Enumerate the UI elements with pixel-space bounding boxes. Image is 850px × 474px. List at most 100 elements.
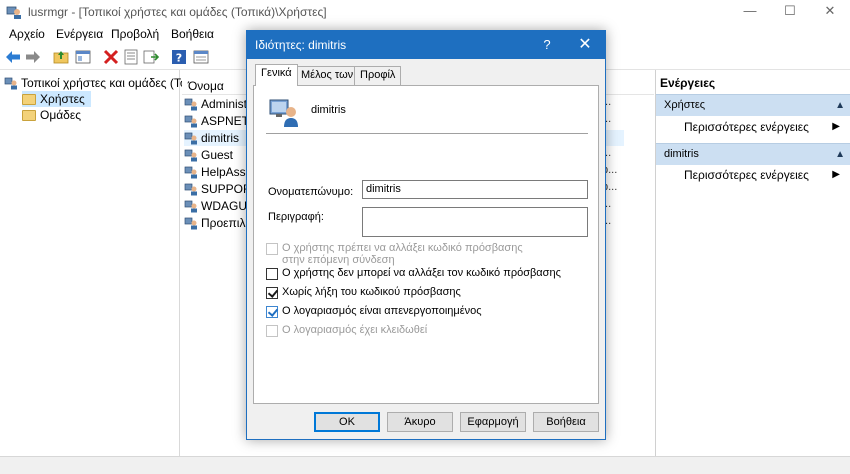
actions-title: Ενέργειες [660,76,716,90]
folder-icon [22,109,36,121]
column-header-name[interactable]: Όνομα [188,79,224,93]
user-icon [4,77,17,90]
user-name-cell: dimitris [201,131,239,145]
checkbox-label: Ο χρήστης δεν μπορεί να αλλάξει τον κωδι… [282,267,561,279]
chevron-up-icon[interactable]: ▲ [835,149,845,160]
dialog-title-bar: Ιδιότητες: dimitris ? ✕ [247,31,605,59]
fullname-label: Ονοματεπώνυμο: [268,186,354,198]
actions-pane: Ενέργειες Χρήστες ▲ Περισσότερες ενέργει… [655,70,850,456]
user-icon [184,183,197,196]
checkbox-label: Ο χρήστης πρέπει να αλλάξει κωδικό πρόσβ… [282,242,523,254]
console-tree: Τοπικοί χρήστες και ομάδες (Το Χρήστες Ο… [0,70,187,456]
user-name-cell: Προεπιλε [201,216,251,230]
minimize-button[interactable]: — [730,0,770,24]
menu-action[interactable]: Ενέργεια [56,27,103,41]
forward-arrow-icon[interactable] [24,48,42,66]
checkbox-checked[interactable] [266,306,278,318]
menu-file[interactable]: Αρχείο [9,27,45,41]
dialog-help-action-button[interactable]: Βοήθεια [533,412,599,432]
ok-button[interactable]: OK [314,412,380,432]
user-icon [184,166,197,179]
app-icon [6,6,21,19]
tree-root-label: Τοπικοί χρήστες και ομάδες (Το [21,76,187,90]
user-icon [269,99,298,127]
checkbox-label: Χωρίς λήξη του κωδικού πρόσβασης [282,286,461,298]
user-icon [184,217,197,230]
tab-general[interactable]: Γενικά [255,64,298,86]
tab-panel-general: dimitris Ονοματεπώνυμο: dimitris Περιγρα… [253,85,599,404]
dialog-title: Ιδιότητες: dimitris [255,38,347,52]
dialog-help-button[interactable]: ? [532,31,562,59]
tree-root[interactable]: Τοπικοί χρήστες και ομάδες (Το [4,75,187,91]
dialog-close-button[interactable]: ✕ [570,31,600,59]
tab-member-of[interactable]: Μέλος των [295,66,360,85]
menu-help[interactable]: Βοήθεια [171,27,214,41]
view-icon[interactable] [192,48,210,66]
chk-account-locked[interactable]: Ο λογαριασμός έχει κλειδωθεί [266,324,427,337]
delete-icon[interactable] [102,48,120,66]
tree-item-groups[interactable]: Ομάδες [22,107,81,123]
chevron-right-icon: ▶ [832,169,840,180]
chk-password-never-expires[interactable]: Χωρίς λήξη του κωδικού πρόσβασης [266,286,461,299]
table-row[interactable]: Προεπιλε [184,215,251,231]
folder-up-icon[interactable] [52,48,70,66]
user-name-cell: ASPNET [201,114,250,128]
svg-text:?: ? [176,52,182,65]
tab-profile[interactable]: Προφίλ [354,66,402,85]
user-icon [184,200,197,213]
window-title: lusrmgr - [Τοπικοί χρήστες και ομάδες (Τ… [28,5,327,19]
back-arrow-icon[interactable] [4,48,22,66]
maximize-button[interactable]: ☐ [770,0,810,24]
tree-item-users[interactable]: Χρήστες [22,91,91,107]
user-icon [184,98,197,111]
tree-item-label: Ομάδες [40,108,81,122]
table-row[interactable]: Administ [184,96,247,112]
folder-icon [22,93,36,105]
user-icon [184,115,197,128]
window-title-bar: lusrmgr - [Τοπικοί χρήστες και ομάδες (Τ… [0,0,850,24]
more-actions-users[interactable]: Περισσότερες ενέργειες ▶ [684,120,844,138]
properties-icon[interactable] [122,48,140,66]
chk-account-disabled[interactable]: Ο λογαριασμός είναι απενεργοποιημένος [266,305,482,318]
table-row[interactable]: HelpAssis [184,164,254,180]
more-actions-dimitris[interactable]: Περισσότερες ενέργειες ▶ [684,168,844,186]
description-label: Περιγραφή: [268,211,324,223]
chk-cannot-change-password[interactable]: Ο χρήστης δεν μπορεί να αλλάξει τον κωδι… [266,267,561,280]
user-name: dimitris [311,104,346,116]
export-icon[interactable] [142,48,160,66]
user-icon [184,132,197,145]
checkbox-label: Ο λογαριασμός έχει κλειδωθεί [282,324,428,336]
user-icon [184,149,197,162]
fullname-field[interactable]: dimitris [362,180,588,199]
checkbox[interactable] [266,243,278,255]
actions-section-users[interactable]: Χρήστες ▲ [656,94,850,116]
checkbox[interactable] [266,325,278,337]
apply-button[interactable]: Εφαρμογή [460,412,526,432]
user-name-cell: Administ [201,97,248,111]
tree-item-label: Χρήστες [40,92,85,106]
chevron-up-icon[interactable]: ▲ [835,100,845,111]
chk-must-change-password[interactable]: Ο χρήστης πρέπει να αλλάξει κωδικό πρόσβ… [266,242,523,266]
section-label: dimitris [664,148,699,160]
console-tree-icon[interactable] [74,48,92,66]
checkbox[interactable] [266,268,278,280]
table-row[interactable]: WDAGUti [184,198,253,214]
checkbox-label-line2: στην επόμενη σύνδεση [282,254,395,266]
action-label: Περισσότερες ενέργειες [684,168,809,182]
properties-dialog: Ιδιότητες: dimitris ? ✕ Γενικά Μέλος των… [246,30,606,440]
close-button[interactable]: ✕ [810,0,850,24]
user-name-cell: Guest [201,148,234,162]
menu-view[interactable]: Προβολή [111,27,159,41]
table-row[interactable]: ASPNET [184,113,249,129]
cancel-button[interactable]: Άκυρο [387,412,453,432]
action-label: Περισσότερες ενέργειες [684,120,809,134]
help-icon[interactable]: ? [170,48,188,66]
description-field[interactable] [362,207,588,237]
checkbox-label: Ο λογαριασμός είναι απενεργοποιημένος [282,305,482,317]
chevron-right-icon: ▶ [832,121,840,132]
checkbox-checked[interactable] [266,287,278,299]
section-label: Χρήστες [664,99,706,111]
status-bar [0,456,850,474]
actions-section-dimitris[interactable]: dimitris ▲ [656,143,850,165]
table-row[interactable]: Guest [184,147,233,163]
